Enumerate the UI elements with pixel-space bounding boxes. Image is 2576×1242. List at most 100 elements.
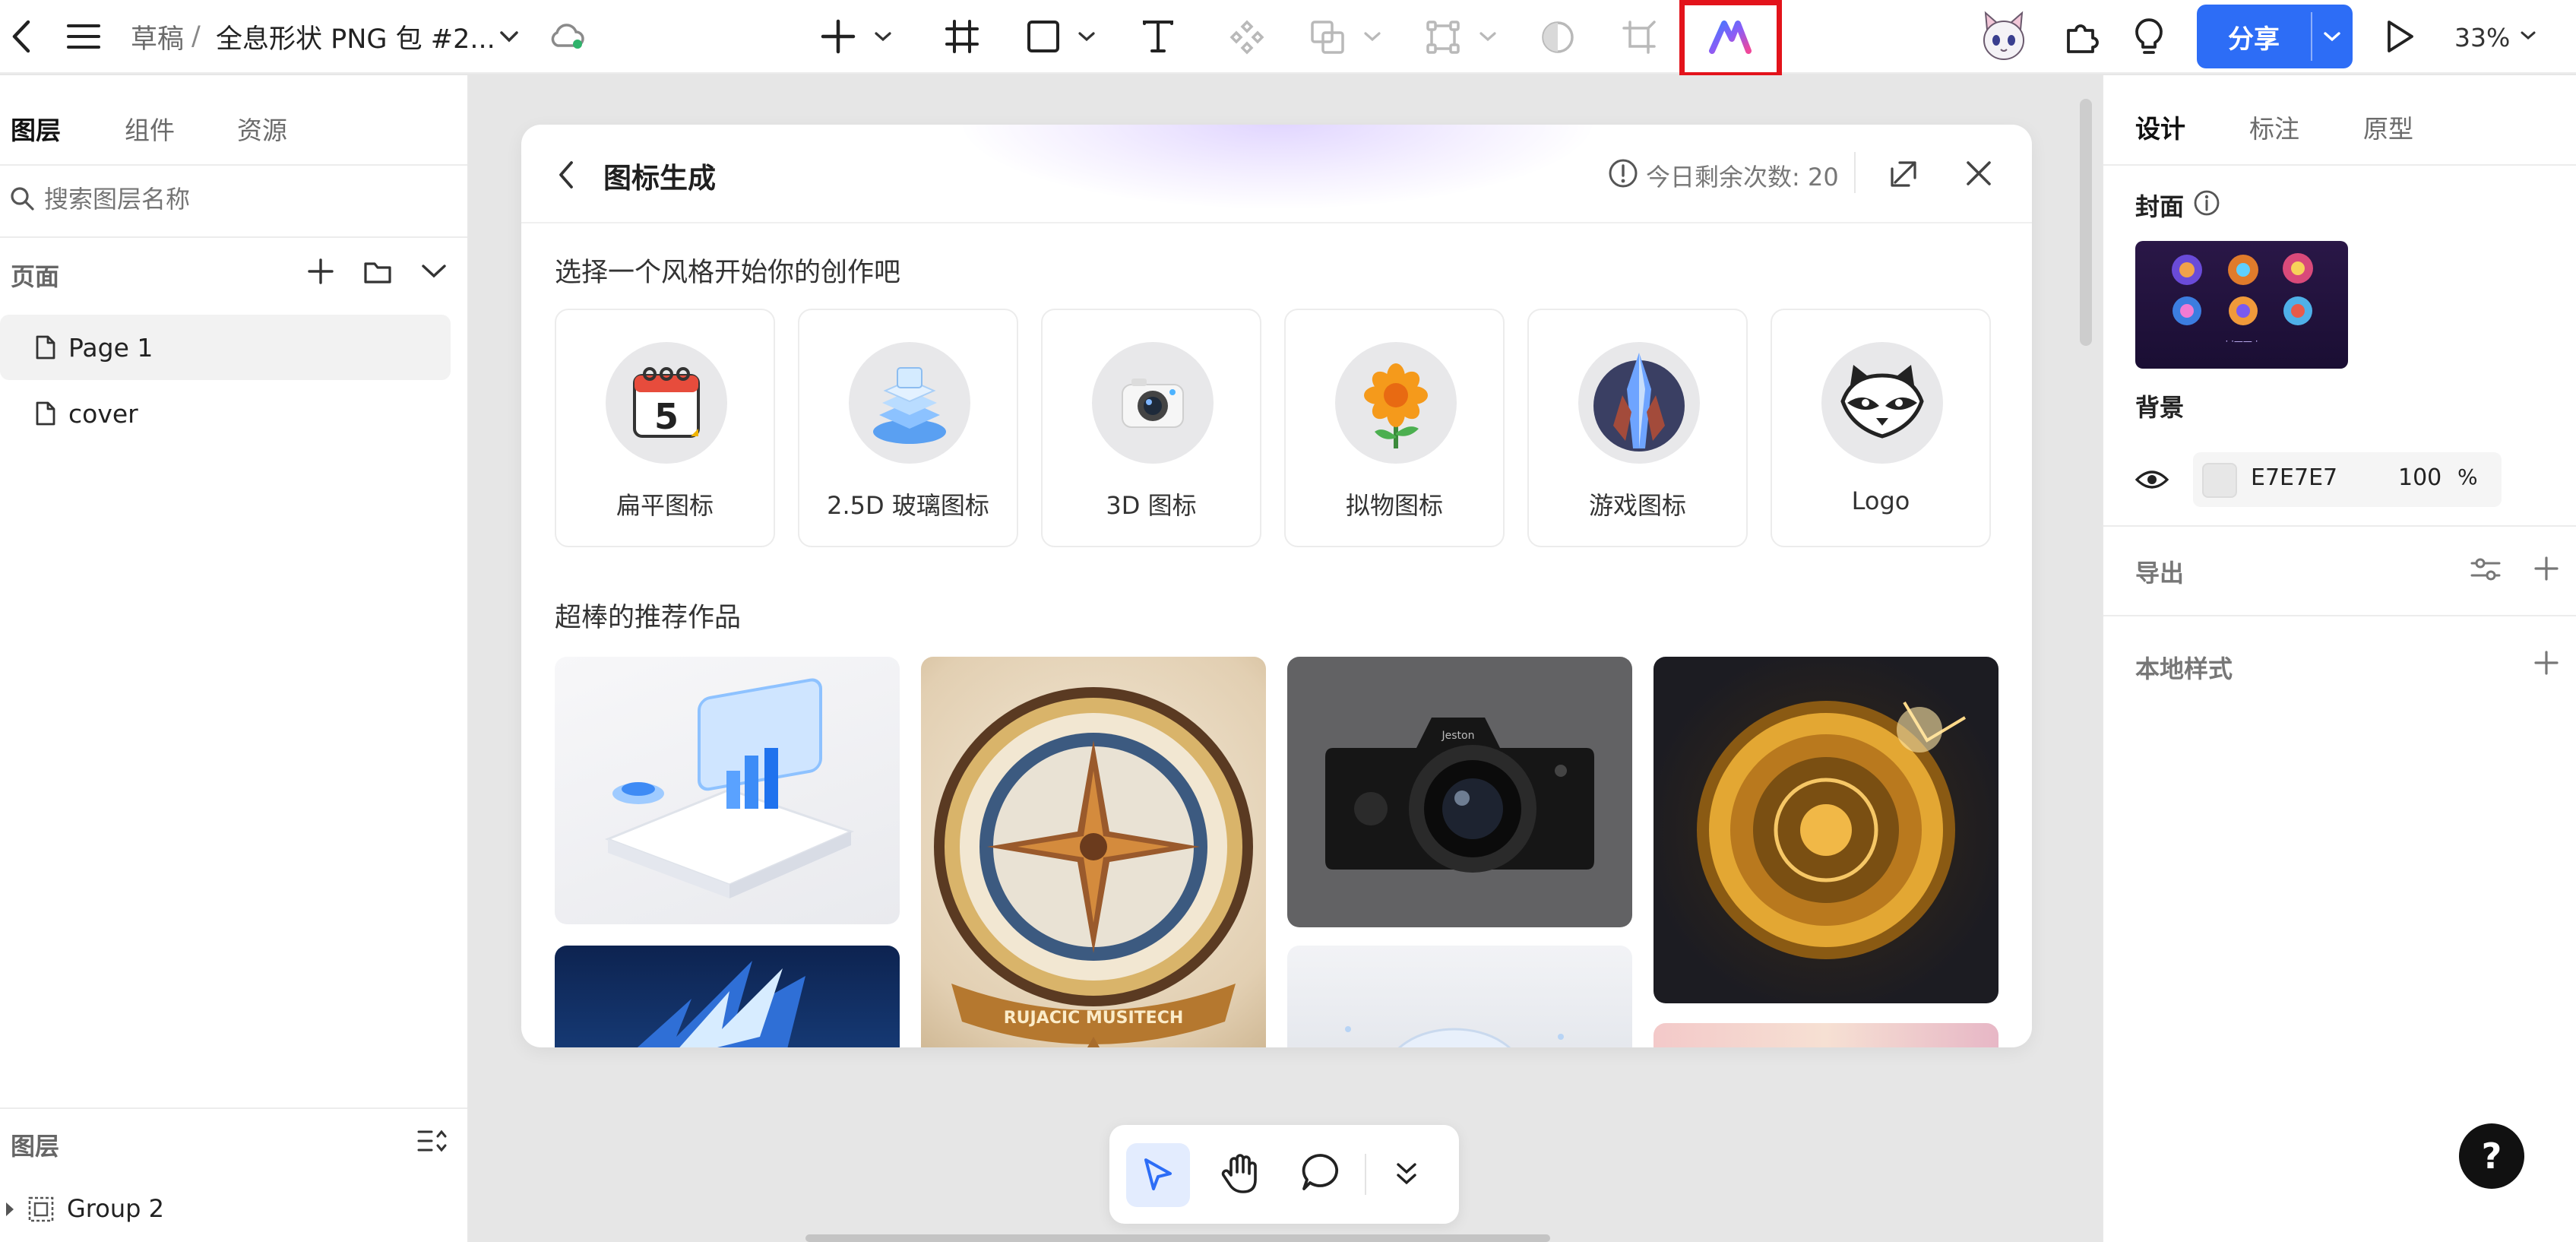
divider: [1854, 152, 1856, 193]
tab-assets[interactable]: 资源: [237, 110, 287, 147]
page-item-label: cover: [68, 398, 138, 429]
chevron-down-icon[interactable]: [869, 23, 897, 50]
menu-icon[interactable]: [61, 15, 106, 58]
background-opacity[interactable]: 100: [2398, 464, 2442, 491]
page-item-page-1[interactable]: Page 1: [0, 315, 451, 380]
avatar[interactable]: [1977, 8, 2030, 65]
eye-icon[interactable]: [2135, 466, 2169, 493]
share-button[interactable]: 分享: [2197, 5, 2353, 68]
style-card-flat[interactable]: 5 扁平图标: [555, 309, 775, 547]
tab-design[interactable]: 设计: [2135, 109, 2185, 145]
style-card-label: 2.5D 玻璃图标: [827, 491, 989, 520]
chevron-down-icon[interactable]: [2318, 24, 2346, 49]
compass-artwork[interactable]: RUJACIC MUSITECH: [921, 657, 1266, 1047]
chevron-down-icon[interactable]: [1474, 23, 1502, 50]
zoom-level[interactable]: 33%: [2454, 18, 2510, 56]
frame-icon[interactable]: [941, 15, 983, 58]
style-card-label: 扁平图标: [616, 491, 714, 520]
style-card-game[interactable]: 游戏图标: [1527, 309, 1748, 547]
dialog-title: 图标生成: [603, 162, 716, 195]
pages-section-title: 页面: [11, 262, 60, 291]
tab-layers[interactable]: 图层: [11, 110, 61, 147]
play-icon[interactable]: [2378, 15, 2421, 58]
right-panel: 设计 标注 原型 封面 · ·—— · 背景 E7E7E7 100 % 导出 本…: [2102, 75, 2576, 1242]
style-card-3d[interactable]: 3D 图标: [1041, 309, 1261, 547]
style-prompt: 选择一个风格开始你的创作吧: [555, 258, 901, 288]
breadcrumb-drafts[interactable]: 草稿: [131, 17, 184, 56]
glass-device-artwork[interactable]: [555, 657, 900, 924]
breadcrumb-separator: /: [191, 21, 201, 52]
help-button[interactable]: ?: [2459, 1123, 2524, 1189]
pointer-tool[interactable]: [1126, 1143, 1190, 1207]
layer-row-group-2[interactable]: Group 2: [0, 1185, 456, 1235]
boolean-icon[interactable]: [1307, 17, 1348, 58]
add-page-icon[interactable]: [307, 258, 334, 285]
caret-right-icon[interactable]: [5, 1200, 15, 1218]
tab-components[interactable]: 组件: [125, 110, 175, 147]
mask-icon[interactable]: [1537, 17, 1578, 58]
close-icon[interactable]: [1965, 160, 1992, 187]
style-card-skeuomorphic[interactable]: 拟物图标: [1284, 309, 1505, 547]
double-chevron-down-icon[interactable]: [1395, 1160, 1418, 1187]
style-card-logo[interactable]: Logo: [1771, 309, 1991, 547]
background-title: 背景: [2135, 393, 2185, 422]
tab-prototype[interactable]: 原型: [2363, 109, 2413, 145]
plugin-icon[interactable]: [2059, 15, 2102, 58]
chevron-down-icon[interactable]: [421, 264, 447, 279]
white-sphere-artwork[interactable]: [1287, 946, 1632, 1047]
background-color-field[interactable]: E7E7E7 100 %: [2193, 452, 2502, 507]
divider: [2103, 164, 2576, 166]
add-export-icon[interactable]: [2533, 556, 2559, 581]
chevron-down-icon[interactable]: [1073, 23, 1100, 50]
ai-logo-icon[interactable]: [1706, 17, 1755, 58]
layer-search-input[interactable]: [44, 180, 454, 218]
lightbulb-icon[interactable]: [2128, 14, 2170, 59]
opacity-unit: %: [2457, 464, 2478, 490]
rectangle-icon[interactable]: [1022, 15, 1065, 58]
style-card-label: 拟物图标: [1345, 491, 1443, 520]
tab-annotate[interactable]: 标注: [2249, 109, 2299, 145]
layer-label: Group 2: [67, 1194, 164, 1223]
camera-brand-text: Jeston: [1441, 730, 1475, 742]
chevron-down-icon[interactable]: [494, 21, 524, 52]
file-name[interactable]: 全息形状 PNG 包 #2...: [216, 17, 495, 56]
horizontal-scrollbar[interactable]: [805, 1234, 1550, 1242]
comment-icon[interactable]: [1301, 1152, 1340, 1192]
color-swatch[interactable]: [2202, 463, 2237, 498]
cover-thumbnail[interactable]: · ·—— ·: [2135, 241, 2348, 369]
chevron-down-icon[interactable]: [1359, 23, 1386, 50]
camera-artwork[interactable]: Jeston: [1287, 657, 1632, 927]
cloud-sync-icon: [546, 18, 588, 55]
svg-text:5: 5: [654, 396, 679, 437]
chevron-down-icon[interactable]: [2517, 24, 2540, 47]
camera-icon: [1092, 342, 1214, 464]
background-hex[interactable]: E7E7E7: [2251, 464, 2337, 491]
text-tool-icon[interactable]: [1137, 15, 1179, 58]
blue-lightning-artwork[interactable]: [555, 946, 900, 1047]
raccoon-icon: [1821, 342, 1943, 464]
folder-icon[interactable]: [363, 258, 392, 285]
back-icon[interactable]: [3, 14, 40, 59]
open-external-icon[interactable]: [1889, 158, 1919, 189]
add-icon[interactable]: [817, 15, 859, 58]
divider: [1365, 1154, 1366, 1195]
component-icon[interactable]: [1226, 17, 1267, 58]
dialog-back-icon[interactable]: [556, 160, 576, 190]
add-style-icon[interactable]: [2533, 650, 2559, 676]
local-styles-title: 本地样式: [2135, 654, 2233, 683]
hand-icon[interactable]: [1220, 1152, 1260, 1195]
vector-edit-icon[interactable]: [1422, 17, 1464, 58]
vertical-scrollbar[interactable]: [2080, 99, 2092, 346]
page-item-label: Page 1: [68, 332, 153, 363]
export-title: 导出: [2135, 559, 2185, 588]
layer-options-icon[interactable]: [416, 1127, 448, 1155]
divider: [0, 236, 467, 238]
pink-artwork[interactable]: [1654, 1023, 1998, 1047]
style-card-glass[interactable]: 2.5D 玻璃图标: [798, 309, 1018, 547]
crop-icon[interactable]: [1619, 17, 1660, 58]
info-circle-icon[interactable]: [2193, 189, 2220, 217]
glass-stack-icon: [849, 342, 970, 464]
settings-sliders-icon[interactable]: [2470, 556, 2502, 583]
page-item-cover[interactable]: cover: [0, 381, 451, 446]
golden-vault-artwork[interactable]: [1654, 657, 1998, 1003]
